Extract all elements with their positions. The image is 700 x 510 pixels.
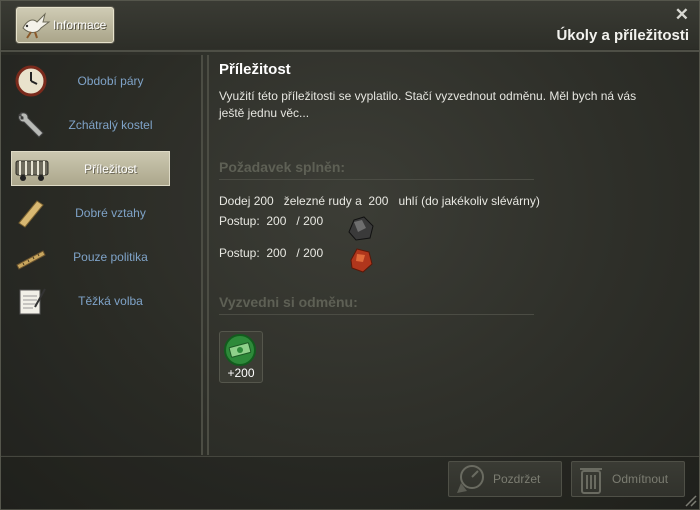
title-bar: Informace ✕ Úkoly a příležitosti bbox=[1, 1, 699, 49]
sidebar-item-label: Příležitost bbox=[84, 161, 137, 176]
sidebar-item-tezka-volba[interactable]: Těžká volba bbox=[11, 283, 170, 318]
sidebar-item-label: Těžká volba bbox=[78, 293, 143, 308]
window-title: Úkoly a příležitosti bbox=[556, 27, 689, 44]
progress-current: 200 bbox=[266, 214, 287, 228]
sidebar-item-label: Období páry bbox=[77, 73, 144, 88]
iron-ore-icon bbox=[350, 248, 373, 273]
info-button-label: Informace bbox=[53, 18, 107, 32]
clock-icon bbox=[15, 65, 47, 96]
sidebar-item-pouze-politika[interactable]: Pouze politika bbox=[11, 239, 170, 274]
reward-value: +200 bbox=[227, 366, 255, 380]
task-text: Dodej 200 železné rudy a 200 uhlí (do ja… bbox=[219, 194, 540, 208]
reward-item[interactable]: +200 bbox=[219, 331, 263, 383]
info-button[interactable]: Informace bbox=[16, 7, 114, 43]
quest-sidebar: Období páry Zchátralý kostel Příležitost bbox=[1, 55, 203, 455]
sidebar-item-label: Dobré vztahy bbox=[75, 205, 146, 220]
progress-row-coal: Postup: 200 / 200 bbox=[219, 214, 323, 228]
progress-row-iron-ore: Postup: 200 / 200 bbox=[219, 246, 323, 260]
progress-total: / 200 bbox=[296, 246, 324, 260]
progress-total: / 200 bbox=[296, 214, 324, 228]
title-divider bbox=[1, 50, 699, 52]
decline-button[interactable]: Odmítnout bbox=[571, 461, 685, 497]
sidebar-item-zchatraly-kostel[interactable]: Zchátralý kostel bbox=[11, 107, 170, 142]
content-divider bbox=[207, 55, 209, 455]
trash-icon bbox=[580, 468, 602, 494]
progress-current: 200 bbox=[266, 246, 287, 260]
notepad-icon bbox=[19, 288, 46, 314]
quest-detail: Příležitost Využití této příležitosti se… bbox=[219, 61, 689, 383]
postpone-label: Pozdržet bbox=[493, 472, 541, 486]
quest-window: Informace ✕ Úkoly a příležitosti Období … bbox=[0, 0, 700, 510]
ruler-icon bbox=[16, 249, 46, 270]
coal-icon bbox=[348, 216, 374, 241]
postpone-button[interactable]: Pozdržet bbox=[448, 461, 562, 497]
progress-label: Postup: bbox=[219, 246, 260, 260]
close-icon[interactable]: ✕ bbox=[675, 5, 689, 25]
sidebar-item-dobre-vztahy[interactable]: Dobré vztahy bbox=[11, 195, 170, 230]
decline-label: Odmítnout bbox=[612, 472, 669, 486]
sidebar-item-label: Pouze politika bbox=[73, 249, 148, 264]
wrench-icon bbox=[18, 111, 44, 138]
plank-icon bbox=[18, 199, 44, 228]
quest-description: Využití této příležitosti se vyplatilo. … bbox=[219, 89, 637, 120]
wagon-icon bbox=[15, 160, 49, 181]
resize-grip-icon[interactable] bbox=[683, 493, 697, 507]
money-icon bbox=[224, 334, 256, 366]
speedometer-icon bbox=[457, 465, 484, 493]
dove-icon bbox=[22, 12, 51, 39]
reward-heading: Vyzvedni si odměnu: bbox=[219, 294, 534, 315]
sidebar-item-obdobi-pary[interactable]: Období páry bbox=[11, 63, 170, 98]
requirement-heading: Požadavek splněn: bbox=[219, 159, 534, 180]
sidebar-item-prilezitost[interactable]: Příležitost bbox=[11, 151, 170, 186]
quest-title: Příležitost bbox=[219, 61, 291, 78]
sidebar-item-label: Zchátralý kostel bbox=[68, 117, 153, 132]
progress-label: Postup: bbox=[219, 214, 260, 228]
